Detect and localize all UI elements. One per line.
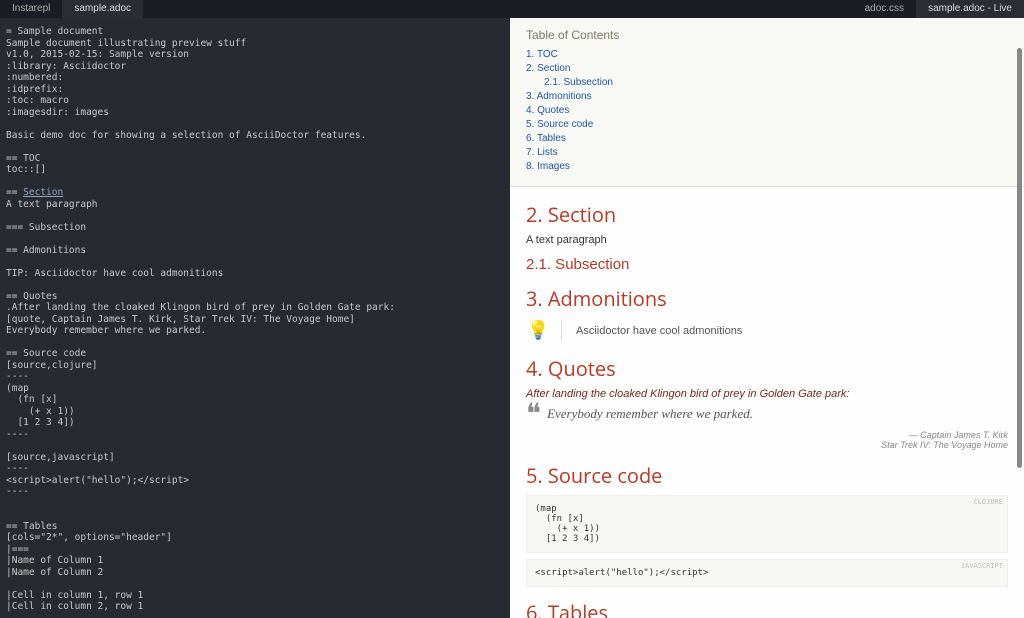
editor-text-prefix: = Sample document Sample document illust… [6, 26, 366, 198]
toc-item[interactable]: 8. Images [526, 160, 1008, 174]
left-tabbar: Instarepl sample.adoc adoc.css sample.ad… [0, 0, 1024, 18]
heading-section: 2. Section [526, 201, 1008, 228]
preview-wrap: Table of Contents 1. TOC 2. Section 2.1.… [510, 18, 1024, 618]
admonition-text: Asciidoctor have cool admonitions [576, 325, 742, 337]
toc-item[interactable]: 3. Admonitions [526, 90, 1008, 104]
editor-section-keyword: Section [23, 187, 63, 198]
heading-quotes: 4. Quotes [526, 355, 1008, 382]
toc-item[interactable]: 7. Lists [526, 146, 1008, 160]
quote-title: After landing the cloaked Klingon bird o… [526, 388, 1008, 400]
lightbulb-icon: 💡 [526, 320, 562, 341]
tab-instarepl[interactable]: Instarepl [0, 0, 62, 18]
toc-item[interactable]: 1. TOC [526, 48, 1008, 62]
tab-adoc-css[interactable]: adoc.css [853, 0, 916, 18]
toc-block: Table of Contents 1. TOC 2. Section 2.1.… [510, 18, 1024, 187]
heading-source: 5. Source code [526, 462, 1008, 489]
toc-title: Table of Contents [526, 28, 1008, 42]
code-block-clojure: clojure(map (fn [x] (+ x 1)) [1 2 3 4]) [526, 495, 1008, 553]
heading-tables: 6. Tables [526, 599, 1008, 618]
admonition-tip: 💡 Asciidoctor have cool admonitions [526, 320, 1008, 341]
preview-pane[interactable]: Table of Contents 1. TOC 2. Section 2.1.… [510, 18, 1024, 618]
preview-scrollbar[interactable] [1017, 48, 1022, 468]
blockquote: ❝ Everybody remember where we parked. [526, 406, 1008, 424]
quote-text: Everybody remember where we parked. [547, 406, 753, 424]
toc-item[interactable]: 6. Tables [526, 132, 1008, 146]
heading-admonitions: 3. Admonitions [526, 285, 1008, 312]
code-lang-label: clojure [973, 498, 1003, 506]
quote-attribution: — Captain James T. Kirk Star Trek IV: Th… [526, 430, 1008, 450]
code-lang-label: javascript [961, 562, 1003, 570]
toc-item[interactable]: 4. Quotes [526, 104, 1008, 118]
toc-item[interactable]: 2.1. Subsection [526, 76, 1008, 90]
tab-sample-adoc[interactable]: sample.adoc [62, 0, 143, 18]
toc-list: 1. TOC 2. Section 2.1. Subsection 3. Adm… [526, 48, 1008, 174]
main-split: = Sample document Sample document illust… [0, 18, 1024, 618]
quote-mark-icon: ❝ [526, 406, 541, 424]
editor-pane[interactable]: = Sample document Sample document illust… [0, 18, 510, 618]
editor-text-suffix: A text paragraph === Subsection == Admon… [6, 199, 395, 618]
code-block-js: javascript<script>alert("hello");</scrip… [526, 559, 1008, 587]
paragraph: A text paragraph [526, 234, 1008, 246]
tab-sample-live[interactable]: sample.adoc - Live [916, 0, 1024, 18]
heading-subsection: 2.1. Subsection [526, 256, 1008, 273]
toc-item[interactable]: 5. Source code [526, 118, 1008, 132]
toc-item[interactable]: 2. Section [526, 62, 1008, 76]
